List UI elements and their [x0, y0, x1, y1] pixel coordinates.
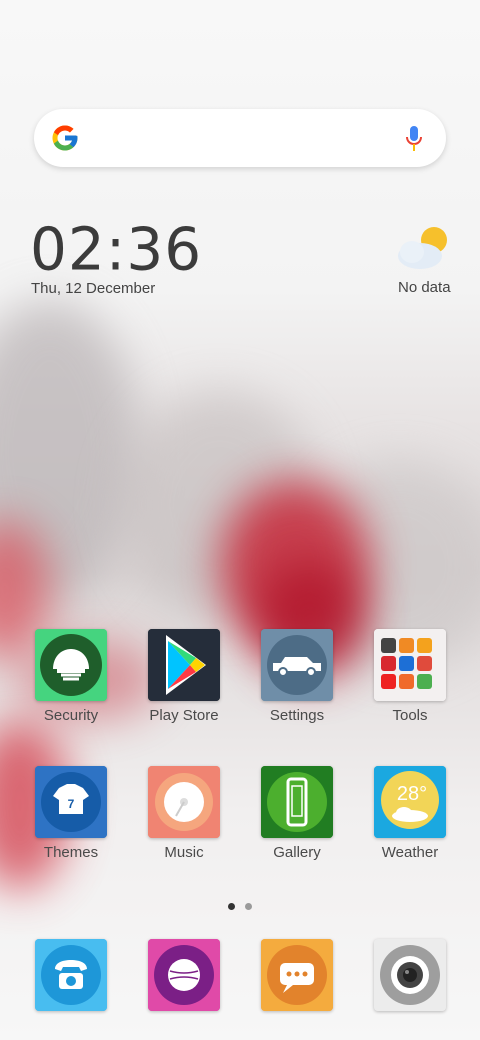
- app-label: Settings: [269, 707, 325, 724]
- app-gallery[interactable]: Gallery: [242, 766, 352, 861]
- google-g-icon: [52, 125, 78, 151]
- dock-phone[interactable]: [16, 939, 126, 1011]
- app-tools-folder[interactable]: Tools: [355, 629, 465, 724]
- app-label: Security: [43, 707, 99, 724]
- disc-icon: [148, 766, 220, 838]
- page-dot[interactable]: [245, 903, 252, 910]
- jersey-icon: 7: [35, 766, 107, 838]
- jeep-icon: [261, 629, 333, 701]
- app-label: Tools: [392, 707, 428, 724]
- phone-device-icon: [261, 766, 333, 838]
- cricket-ball-icon: [148, 939, 220, 1011]
- weather-status: No data: [398, 279, 451, 296]
- app-label: Music: [164, 844, 204, 861]
- app-label: Play Store: [149, 707, 219, 724]
- weather-sun-icon: 28°: [374, 766, 446, 838]
- page-dot-active[interactable]: [228, 903, 235, 910]
- helmet-icon: [35, 629, 107, 701]
- folder-icon: [374, 629, 446, 701]
- jersey-number: 7: [68, 797, 75, 811]
- dock-camera[interactable]: [355, 939, 465, 1011]
- partly-cloudy-icon[interactable]: [396, 224, 452, 272]
- weather-temp: 28°: [397, 783, 427, 805]
- page-indicator: [228, 897, 262, 915]
- dock-cricket[interactable]: [129, 939, 239, 1011]
- clock-date: Thu, 12 December: [31, 280, 156, 297]
- play-store-icon: [148, 629, 220, 701]
- mic-icon[interactable]: [404, 125, 424, 153]
- telephone-icon: [35, 939, 107, 1011]
- app-play-store[interactable]: Play Store: [129, 629, 239, 724]
- app-security[interactable]: Security: [16, 629, 126, 724]
- message-icon: [261, 939, 333, 1011]
- clock-time[interactable]: 02:36: [30, 214, 202, 283]
- camera-icon: [374, 939, 446, 1011]
- app-settings[interactable]: Settings: [242, 629, 352, 724]
- app-weather[interactable]: 28° Weather: [355, 766, 465, 861]
- dock-messages[interactable]: [242, 939, 352, 1011]
- app-label: Themes: [43, 844, 99, 861]
- search-bar[interactable]: [34, 109, 446, 167]
- app-themes[interactable]: 7 Themes: [16, 766, 126, 861]
- app-label: Weather: [381, 844, 439, 861]
- app-label: Gallery: [273, 844, 321, 861]
- app-music[interactable]: Music: [129, 766, 239, 861]
